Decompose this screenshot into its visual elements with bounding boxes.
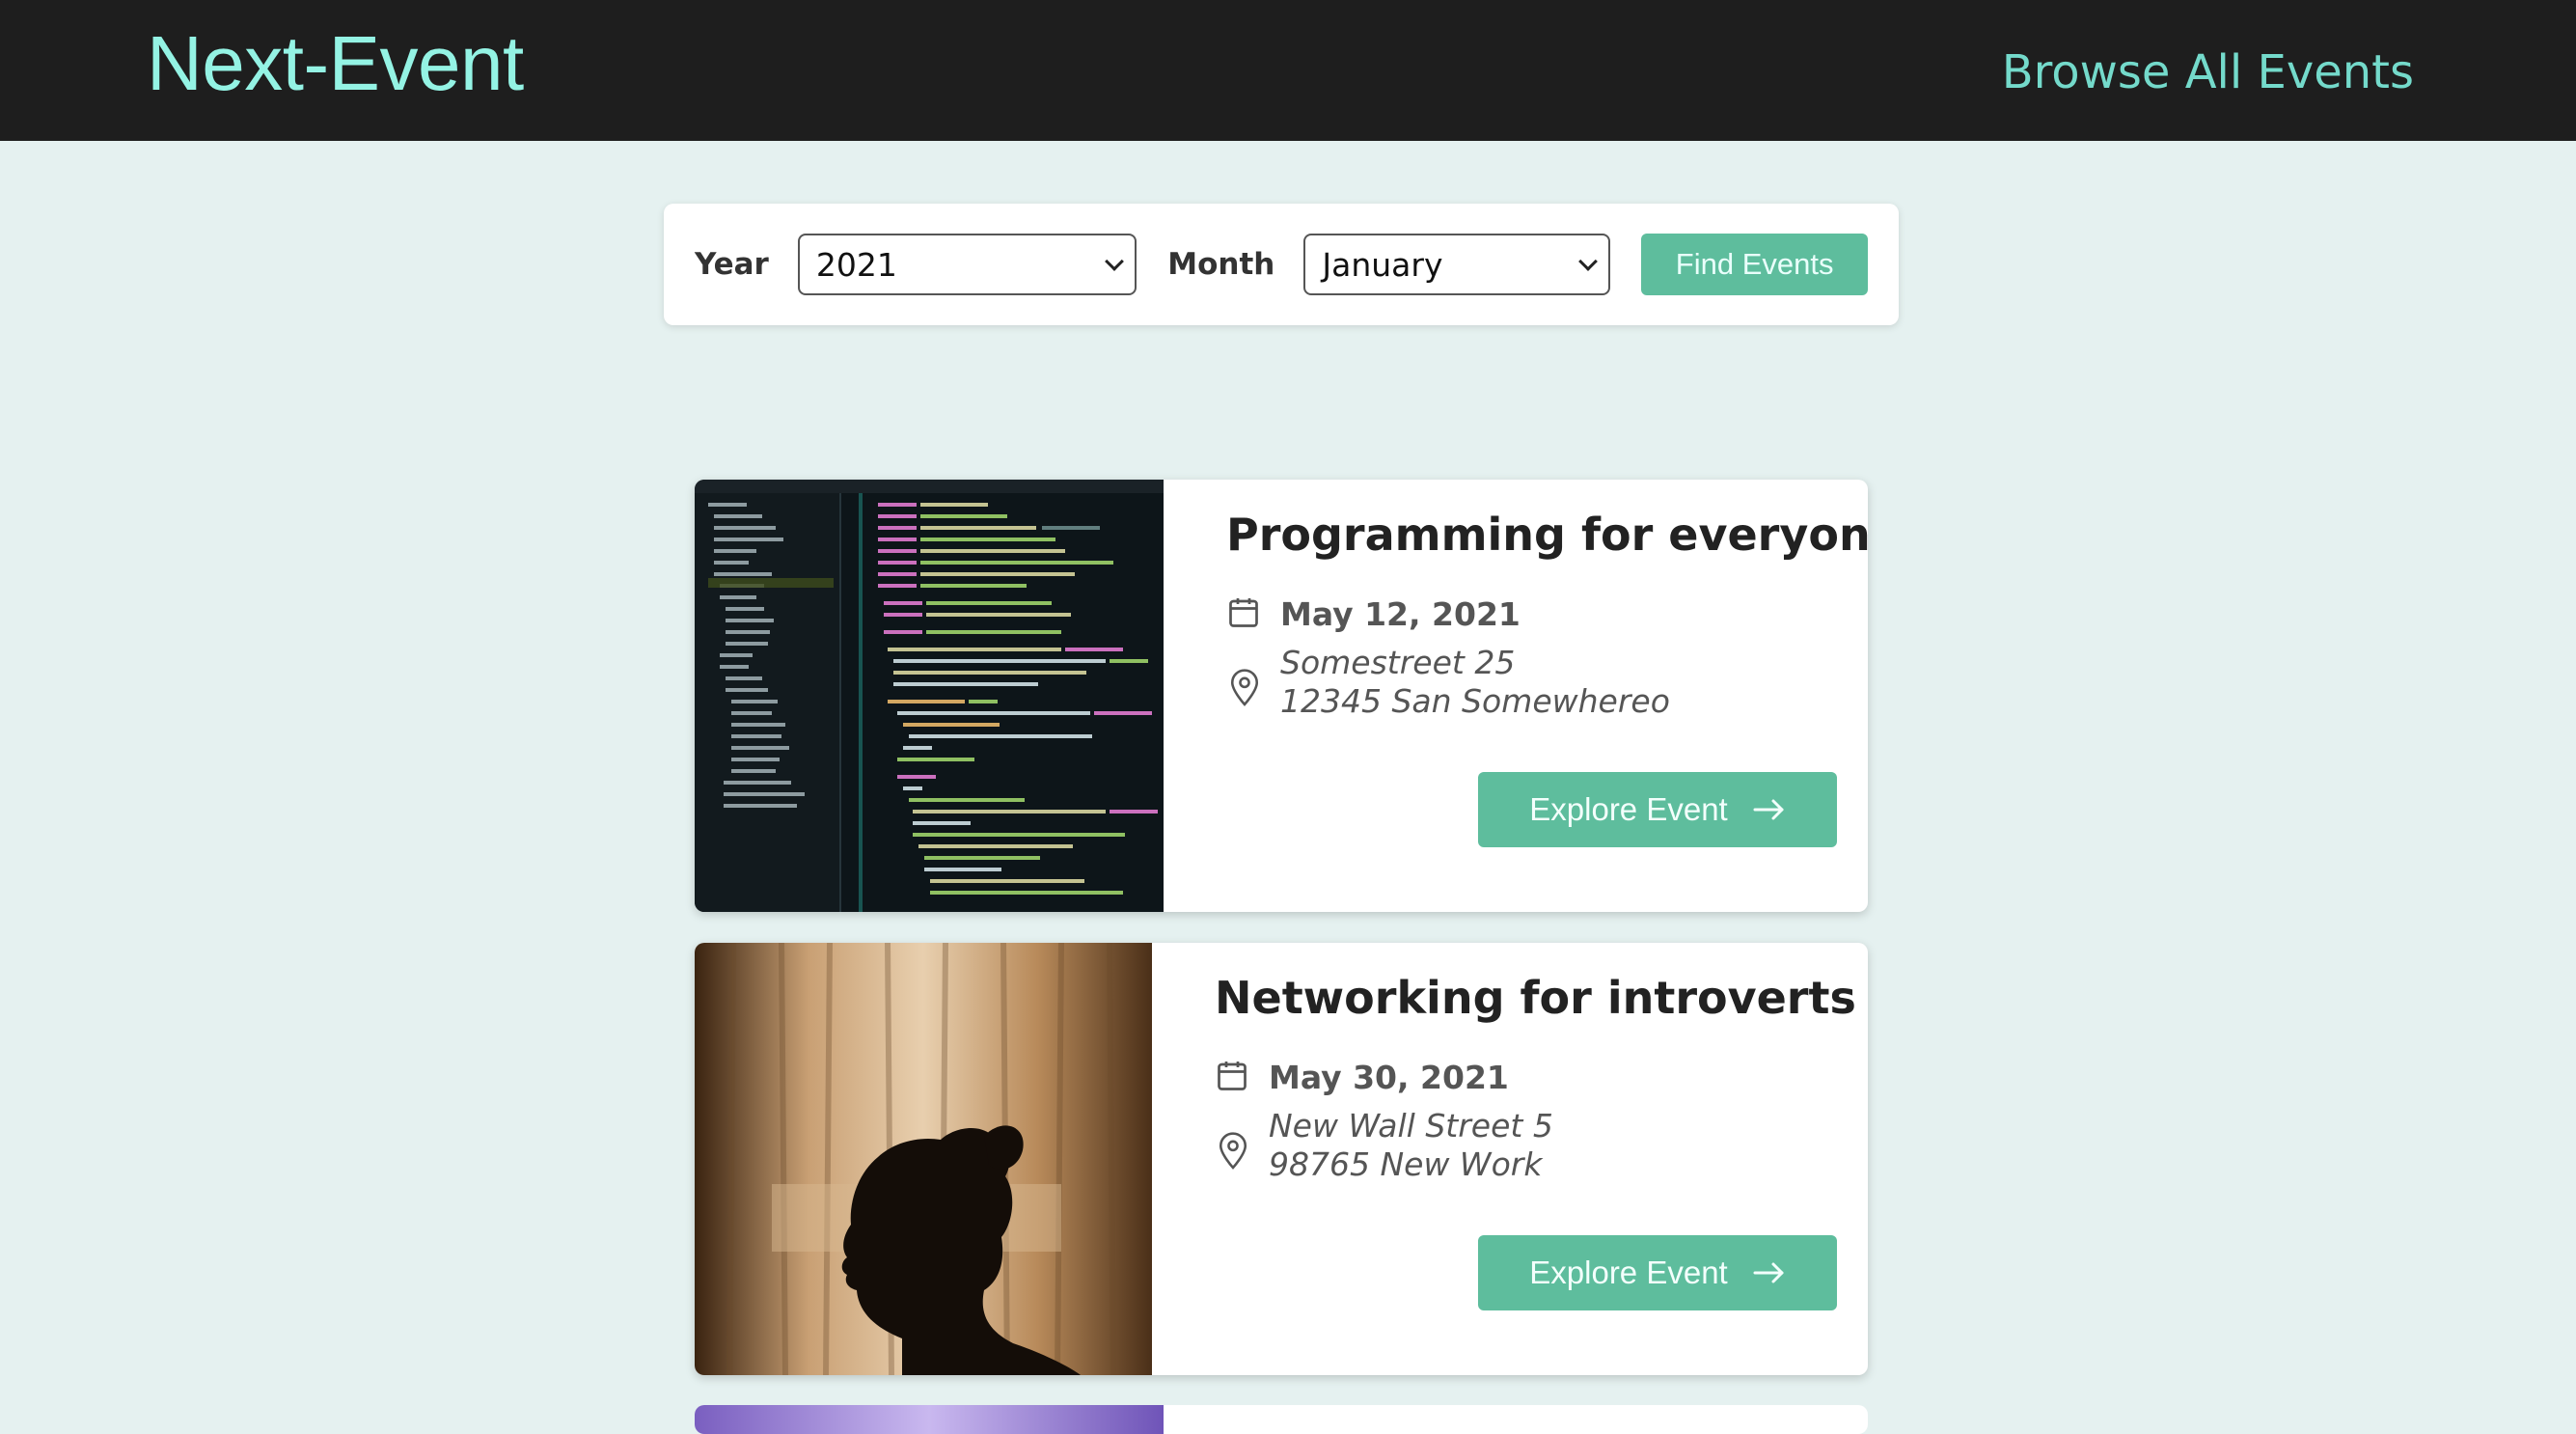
chevron-down-icon [1578,252,1599,271]
explore-event-label: Explore Event [1529,1255,1728,1290]
explore-event-button[interactable]: Explore Event [1478,772,1837,847]
event-card-partial [695,1405,1868,1434]
event-filter-form: Year 2021 Month January Find Events [664,204,1899,325]
address-line-1: Somestreet 25 [1280,644,1516,681]
arrow-right-icon [1753,799,1784,820]
location-pin-icon [1219,1132,1247,1170]
event-card: Programming for everyone May 12, 2021 So… [695,480,1868,912]
event-image-code [695,480,1164,912]
explore-event-label: Explore Event [1529,791,1728,827]
event-title: Programming for everyone [1226,509,1868,561]
event-title: Networking for introverts [1215,972,1856,1024]
location-pin-icon [1230,669,1259,706]
browse-all-events-link[interactable]: Browse All Events [2002,39,2414,106]
month-select[interactable]: January [1303,234,1611,295]
event-image-silhouette [695,943,1152,1375]
address-line-2: 12345 San Somewhereo [1280,682,1670,720]
event-date: May 12, 2021 [1280,595,1521,633]
address-line-2: 98765 New Work [1269,1145,1543,1183]
arrow-right-icon [1753,1262,1784,1283]
event-image [695,1405,1164,1434]
month-select-value: January [1322,245,1443,284]
chevron-down-icon [1105,252,1125,271]
year-select[interactable]: 2021 [797,234,1137,295]
year-select-value: 2021 [815,245,897,284]
top-nav-bar: Next-Event Browse All Events [0,0,2576,141]
find-events-button[interactable]: Find Events [1641,234,1869,295]
event-card: Networking for introverts May 30, 2021 N… [695,943,1868,1375]
address-line-1: New Wall Street 5 [1269,1107,1553,1144]
calendar-icon [1229,598,1258,627]
event-date: May 30, 2021 [1269,1059,1509,1096]
event-address: Somestreet 25 12345 San Somewhereo [1280,644,1670,721]
month-label: Month [1167,247,1275,282]
event-card-body: Networking for introverts May 30, 2021 N… [1183,943,1868,1375]
explore-event-button[interactable]: Explore Event [1478,1235,1837,1310]
site-logo-link[interactable]: Next-Event [147,17,524,109]
year-label: Year [695,247,769,282]
event-address: New Wall Street 5 98765 New Work [1269,1107,1553,1184]
calendar-icon [1218,1062,1247,1090]
event-card-body: Programming for everyone May 12, 2021 So… [1194,480,1868,912]
